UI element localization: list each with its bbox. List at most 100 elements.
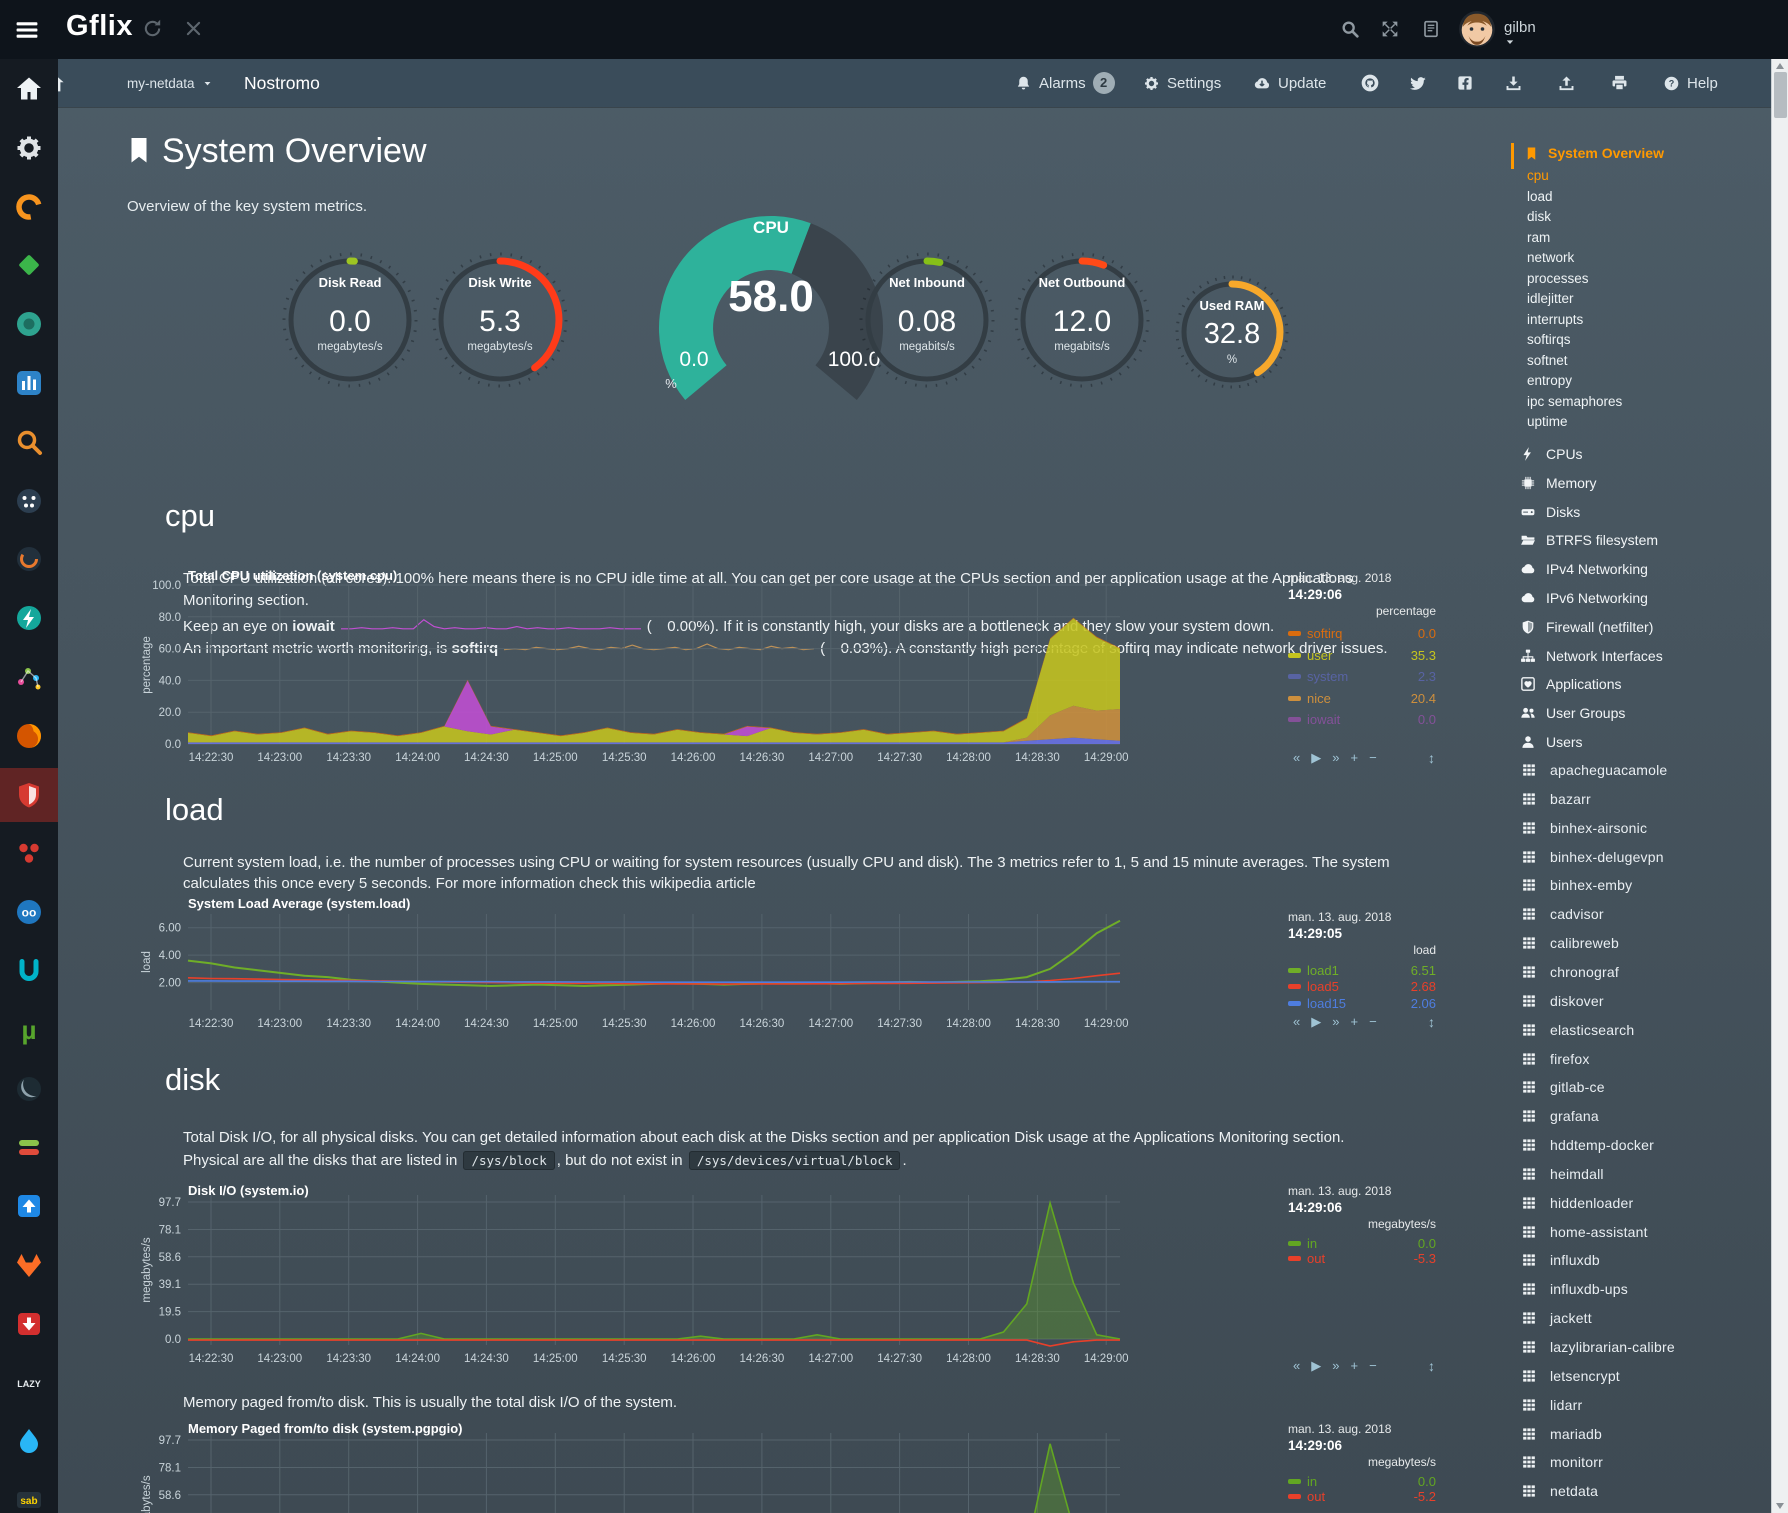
toc-item-interrupts[interactable]: interrupts bbox=[1527, 312, 1583, 332]
app-icon-blue-oo[interactable]: oo bbox=[14, 897, 44, 927]
app-icon-dark-dots[interactable] bbox=[14, 486, 44, 516]
toc-item-idlejitter[interactable]: idlejitter bbox=[1527, 291, 1574, 311]
legend-row-load5[interactable]: load52.68 bbox=[1288, 979, 1436, 996]
print-button[interactable] bbox=[1610, 59, 1629, 107]
chart-pgpgio[interactable]: 97.778.158.639.119.50.0megabytes/sMemory… bbox=[137, 1418, 1437, 1513]
app-icon-red-dots[interactable] bbox=[14, 838, 44, 868]
chart-skip-back-button[interactable]: « bbox=[1293, 1358, 1300, 1374]
legend-row-iowait[interactable]: iowait0.0 bbox=[1288, 709, 1436, 731]
toc-item-entropy[interactable]: entropy bbox=[1527, 373, 1572, 393]
legend-row-load15[interactable]: load152.06 bbox=[1288, 995, 1436, 1012]
toc-section-btrfs-filesystem[interactable]: BTRFS filesystem bbox=[1520, 532, 1658, 548]
app-icon-teal-u[interactable] bbox=[14, 956, 44, 986]
app-icon-pills[interactable] bbox=[14, 1132, 44, 1162]
toc-section-user-groups[interactable]: User Groups bbox=[1520, 705, 1625, 721]
app-icon-red-tile-down[interactable] bbox=[14, 1309, 44, 1339]
toc-app-jackett[interactable]: jackett bbox=[1522, 1310, 1592, 1326]
fullscreen-expand-icon[interactable] bbox=[1380, 19, 1400, 39]
hostname[interactable]: Nostromo bbox=[244, 59, 320, 107]
avatar[interactable] bbox=[1458, 10, 1496, 53]
chart-zoom-out-button[interactable]: − bbox=[1369, 1014, 1377, 1030]
app-icon-scatter[interactable] bbox=[14, 662, 44, 692]
chart-play-button[interactable]: ▶ bbox=[1311, 1358, 1321, 1374]
toc-section-memory[interactable]: Memory bbox=[1520, 475, 1597, 491]
toc-app-apacheguacamole[interactable]: apacheguacamole bbox=[1522, 762, 1667, 778]
gauge-disk-write[interactable]: Disk Write5.3megabytes/s bbox=[425, 245, 575, 395]
toc-app-binhex-delugevpn[interactable]: binhex-delugevpn bbox=[1522, 849, 1664, 865]
toc-section-network-interfaces[interactable]: Network Interfaces bbox=[1520, 648, 1663, 664]
toc-app-hiddenloader[interactable]: hiddenloader bbox=[1522, 1195, 1633, 1211]
app-icon-red-shield[interactable] bbox=[14, 780, 44, 810]
toc-item-cpu[interactable]: cpu bbox=[1527, 168, 1549, 188]
chart-resize-handle[interactable]: ↕ bbox=[1428, 1014, 1435, 1030]
toc-section-ipv6-networking[interactable]: IPv6 Networking bbox=[1520, 590, 1648, 606]
app-icon-orange-ring[interactable] bbox=[14, 192, 44, 222]
chart-zoom-out-button[interactable]: − bbox=[1369, 750, 1377, 766]
chart-disk[interactable]: 14:22:3014:23:0014:23:3014:24:0014:24:30… bbox=[137, 1180, 1437, 1376]
toc-app-binhex-emby[interactable]: binhex-emby bbox=[1522, 877, 1632, 893]
toc-item-processes[interactable]: processes bbox=[1527, 271, 1589, 291]
toc-app-gitlab-ce[interactable]: gitlab-ce bbox=[1522, 1079, 1605, 1095]
chart-load[interactable]: 14:22:3014:23:0014:23:3014:24:0014:24:30… bbox=[137, 893, 1437, 1035]
app-icon-dark-ring[interactable] bbox=[14, 544, 44, 574]
legend-row-in[interactable]: in0.0 bbox=[1288, 1236, 1436, 1251]
home-icon[interactable] bbox=[14, 74, 44, 104]
toc-section-firewall-netfilter[interactable]: Firewall (netfilter) bbox=[1520, 619, 1653, 635]
toc-section-system-overview[interactable]: System Overview bbox=[1524, 145, 1664, 161]
toc-app-diskover[interactable]: diskover bbox=[1522, 993, 1604, 1009]
legend-row-out[interactable]: out-5.3 bbox=[1288, 1251, 1436, 1266]
changelog-book-icon[interactable] bbox=[1421, 19, 1441, 39]
gauge-net-outbound[interactable]: Net Outbound12.0megabits/s bbox=[1007, 245, 1157, 395]
legend-row-load1[interactable]: load16.51 bbox=[1288, 962, 1436, 979]
toc-app-netdata[interactable]: netdata bbox=[1522, 1483, 1598, 1499]
app-icon-search[interactable] bbox=[14, 427, 44, 457]
search-icon[interactable] bbox=[1340, 19, 1360, 39]
toc-item-network[interactable]: network bbox=[1527, 250, 1574, 270]
legend-row-in[interactable]: in0.0 bbox=[1288, 1474, 1436, 1489]
legend-row-out[interactable]: out-5.2 bbox=[1288, 1489, 1436, 1504]
chart-skip-back-button[interactable]: « bbox=[1293, 1014, 1300, 1030]
toc-app-lazylibrarian-calibre[interactable]: lazylibrarian-calibre bbox=[1522, 1339, 1675, 1355]
import-snapshot-button[interactable] bbox=[1504, 59, 1523, 107]
toc-section-disks[interactable]: Disks bbox=[1520, 504, 1580, 520]
app-icon-lazy[interactable]: LAZY bbox=[14, 1368, 44, 1398]
chart-zoom-in-button[interactable]: + bbox=[1350, 1014, 1358, 1030]
toc-app-heimdall[interactable]: heimdall bbox=[1522, 1166, 1604, 1182]
export-snapshot-button[interactable] bbox=[1557, 59, 1576, 107]
github-button[interactable] bbox=[1360, 59, 1380, 107]
chart-skip-forward-button[interactable]: » bbox=[1332, 1014, 1339, 1030]
app-icon-green-mu[interactable]: µ bbox=[14, 1015, 44, 1045]
chart-cpu[interactable]: 14:22:3014:23:0014:23:3014:24:0014:24:30… bbox=[137, 565, 1437, 770]
toc-section-ipv4-networking[interactable]: IPv4 Networking bbox=[1520, 561, 1648, 577]
legend-row-system[interactable]: system2.3 bbox=[1288, 666, 1436, 688]
chart-play-button[interactable]: ▶ bbox=[1311, 750, 1321, 766]
chart-skip-back-button[interactable]: « bbox=[1293, 750, 1300, 766]
twitter-button[interactable] bbox=[1408, 59, 1427, 107]
refresh-icon[interactable] bbox=[142, 18, 163, 39]
app-icon-green-diamond[interactable] bbox=[14, 250, 44, 280]
toc-item-load[interactable]: load bbox=[1527, 189, 1553, 209]
server-dropdown[interactable]: my-netdata bbox=[127, 59, 213, 107]
toc-item-softnet[interactable]: softnet bbox=[1527, 353, 1568, 373]
chart-resize-handle[interactable]: ↕ bbox=[1428, 1358, 1435, 1374]
toc-app-letsencrypt[interactable]: letsencrypt bbox=[1522, 1368, 1620, 1384]
app-icon-equalizer[interactable] bbox=[14, 368, 44, 398]
toc-section-users[interactable]: Users bbox=[1520, 734, 1583, 750]
app-icon-orange-flame[interactable] bbox=[14, 1250, 44, 1280]
app-icon-swirl[interactable] bbox=[14, 721, 44, 751]
settings-button[interactable]: Settings bbox=[1143, 59, 1221, 107]
toc-app-influxdb[interactable]: influxdb bbox=[1522, 1252, 1600, 1268]
update-button[interactable]: Update bbox=[1253, 59, 1326, 107]
app-icon-bolt-disc[interactable] bbox=[14, 603, 44, 633]
toc-app-cadvisor[interactable]: cadvisor bbox=[1522, 906, 1604, 922]
toc-app-mariadb[interactable]: mariadb bbox=[1522, 1426, 1602, 1442]
app-icon-teal-disc[interactable] bbox=[14, 309, 44, 339]
gauge-disk-read[interactable]: Disk Read0.0megabytes/s bbox=[275, 245, 425, 395]
toc-app-calibreweb[interactable]: calibreweb bbox=[1522, 935, 1619, 951]
chart-resize-handle[interactable]: ↕ bbox=[1428, 750, 1435, 766]
toc-app-hddtemp-docker[interactable]: hddtemp-docker bbox=[1522, 1137, 1654, 1153]
facebook-button[interactable] bbox=[1456, 59, 1474, 107]
help-button[interactable]: ? Help bbox=[1663, 59, 1718, 107]
toc-app-binhex-airsonic[interactable]: binhex-airsonic bbox=[1522, 820, 1647, 836]
toc-item-softirqs[interactable]: softirqs bbox=[1527, 332, 1571, 352]
